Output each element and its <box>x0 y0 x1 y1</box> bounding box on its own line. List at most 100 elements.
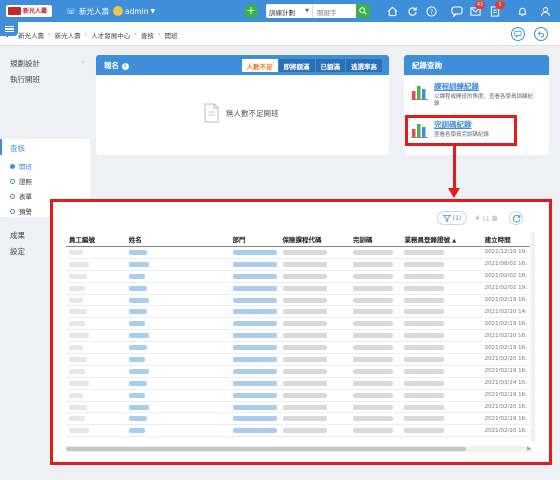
column-header[interactable]: 業務員登錄證號 ▲ <box>401 232 482 247</box>
column-header[interactable]: 完訓碼 <box>349 232 402 247</box>
sidebar-item-settings[interactable]: 設定 <box>10 246 25 257</box>
table-cell <box>401 401 482 414</box>
table-cell <box>229 246 280 259</box>
menu-toggle-button[interactable] <box>0 22 18 36</box>
filter-button[interactable]: (1) <box>437 211 467 225</box>
home-button[interactable] <box>385 4 399 18</box>
company-logo[interactable]: 新光人壽 <box>6 5 52 17</box>
submenu-item-license[interactable]: 證照 <box>10 176 32 186</box>
enrollment-card: 報名 i 人數不足 即將額滿 已額滿 逃選率高 無人數不足開班 <box>96 55 389 155</box>
table-row[interactable]: 2021/02/19 16: <box>66 317 530 331</box>
search-category-select[interactable]: 訓練計劃 ▼ <box>266 4 312 18</box>
account-button[interactable] <box>538 4 552 18</box>
task-button[interactable]: 1 <box>488 1 505 18</box>
breadcrumb-item[interactable]: 查核 <box>141 30 154 40</box>
user-avatar-icon <box>113 6 123 16</box>
chevron-down-icon: ▼ <box>305 8 309 14</box>
column-header[interactable]: 建立時間 <box>481 232 530 247</box>
search-button[interactable] <box>356 4 370 18</box>
table-cell <box>279 365 350 378</box>
table-cell <box>125 377 230 390</box>
table-cell <box>66 424 126 438</box>
reload-button[interactable] <box>405 4 419 18</box>
company-switcher[interactable]: ☏ 新光人壽 <box>66 4 109 18</box>
table-cell <box>125 424 230 438</box>
scrollbar-thumb[interactable] <box>66 447 466 451</box>
table-cell <box>66 389 126 402</box>
table-cell: 2021/02/20 16: <box>481 353 530 366</box>
table-cell: 2021/02/19 16: <box>481 341 530 355</box>
table-row[interactable]: 2021/08/02 16: <box>66 258 530 271</box>
sidebar-item-planning[interactable]: 規劃設計 <box>10 58 40 69</box>
table-cell <box>66 329 126 343</box>
table-cell: 2021/02/19 16: <box>481 317 530 331</box>
table-row[interactable]: 2021/02/20 16: <box>66 401 530 414</box>
back-button[interactable] <box>534 27 548 41</box>
table-cell <box>279 353 350 366</box>
refresh-button[interactable] <box>509 211 523 225</box>
breadcrumb-item[interactable]: 新光人壽 <box>18 30 44 40</box>
sidebar-item-audit[interactable]: 查核 <box>0 139 90 155</box>
training-record-link[interactable]: 課程訓練紀錄 以課程或開班的角度，查看各學員訓練紀錄 <box>410 81 534 108</box>
table-cell <box>125 294 230 307</box>
search-input[interactable]: 關鍵字 <box>312 4 356 18</box>
table-row[interactable]: 2021/02/20 16: <box>66 424 530 438</box>
submenu-item-form[interactable]: 表單 <box>10 191 32 201</box>
notification-button[interactable] <box>515 4 529 18</box>
vertical-scrollbar[interactable] <box>531 232 535 442</box>
table-cell <box>349 401 402 414</box>
table-cell <box>401 365 482 378</box>
table-cell <box>125 270 230 283</box>
user-menu[interactable]: admin ▼ <box>113 4 155 18</box>
message-button[interactable] <box>511 27 525 41</box>
table-row[interactable]: 2021/02/19 16: <box>66 365 530 378</box>
column-header[interactable]: 員工編號 <box>66 232 126 247</box>
table-cell <box>349 365 402 378</box>
task-count-badge: 1 <box>495 1 505 9</box>
table-row[interactable]: 2021/02/19 16: <box>66 341 530 355</box>
column-header[interactable]: 部門 <box>229 232 280 247</box>
table-cell <box>229 317 280 331</box>
submenu-item-class[interactable]: 開班 <box>10 161 32 171</box>
empty-state: 無人數不足開班 <box>202 103 279 123</box>
table-cell <box>229 401 280 414</box>
sidebar-item-results[interactable]: 成果 <box>10 230 25 241</box>
breadcrumb-item[interactable]: 人才發展中心 <box>91 30 130 40</box>
breadcrumb-item-current: 開班 <box>164 32 178 40</box>
table-cell <box>229 282 280 295</box>
table-cell <box>229 412 280 426</box>
tab-insufficient[interactable]: 人數不足 <box>241 59 279 72</box>
inbox-count-badge: 42 <box>475 1 485 9</box>
add-button[interactable]: + <box>244 4 258 18</box>
table-cell <box>66 282 126 295</box>
column-header[interactable]: 姓名 <box>125 232 230 247</box>
table-cell <box>279 341 350 355</box>
column-header[interactable]: 保險課程代碼 <box>279 232 350 247</box>
chat-button[interactable] <box>450 4 464 18</box>
inbox-button[interactable]: 42 <box>468 1 485 18</box>
table-cell <box>229 353 280 366</box>
breadcrumb-item[interactable]: 新光人壽 <box>55 30 81 40</box>
sidebar-item-execution[interactable]: 執行開班 <box>10 74 40 85</box>
table-row[interactable]: 2021/02/20 16: <box>66 329 530 343</box>
table-row[interactable]: 2021/03/24 15: <box>66 377 530 390</box>
table-cell <box>349 412 402 426</box>
tab-high-dropout[interactable]: 逃選率高 <box>346 59 383 72</box>
tab-full[interactable]: 已額滿 <box>315 59 346 72</box>
tab-almost-full[interactable]: 即將額滿 <box>278 59 316 72</box>
submenu-item-alert[interactable]: 預警 <box>10 206 32 216</box>
table-row[interactable]: 2021/02/19 16: <box>66 389 530 402</box>
horizontal-scrollbar[interactable]: ▶ <box>66 446 532 452</box>
table-cell <box>229 305 280 319</box>
table-row[interactable]: 2021/12/10 19: <box>66 246 530 259</box>
table-row[interactable]: 2021/02/20 16: <box>66 353 530 366</box>
table-cell <box>349 424 402 438</box>
help-button[interactable]: ? <box>424 4 438 18</box>
table-cell <box>349 258 402 271</box>
table-row[interactable]: 2021/02/19 16: <box>66 294 530 307</box>
breadcrumb-separator: › <box>157 30 161 38</box>
table-row[interactable]: 2021/02/02 18: <box>66 270 530 283</box>
table-row[interactable]: 2021/02/02 19: <box>66 282 530 295</box>
table-row[interactable]: 2021/02/20 14: <box>66 305 530 319</box>
table-row[interactable]: 2021/02/19 16: <box>66 412 530 426</box>
